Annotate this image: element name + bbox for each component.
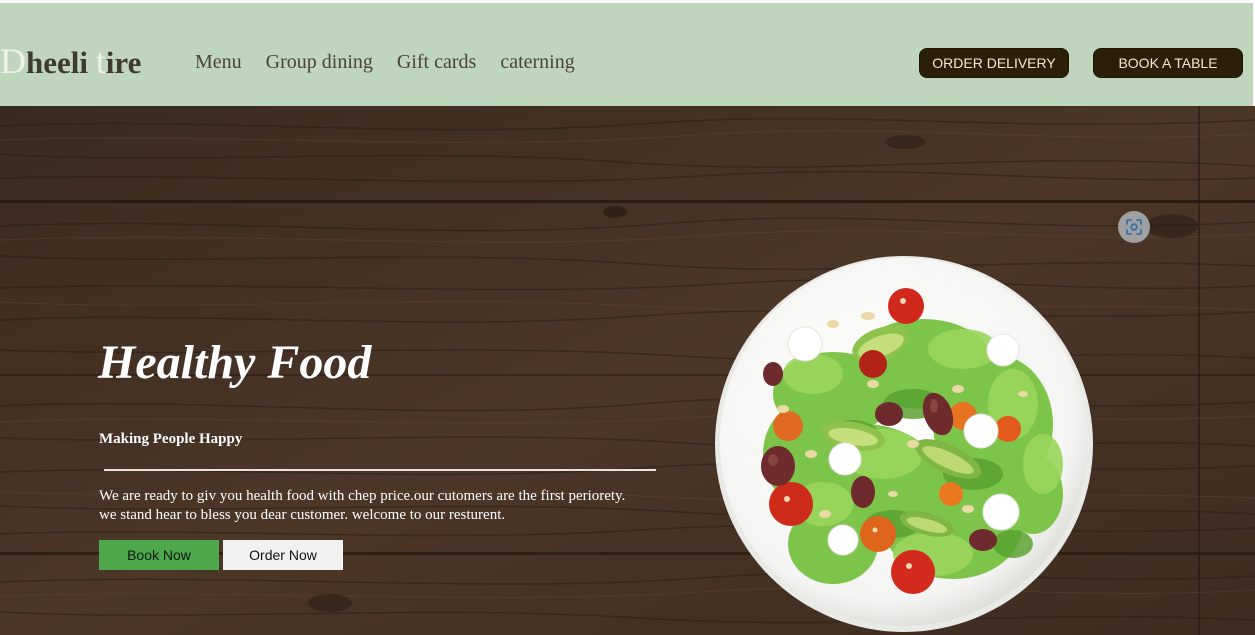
book-now-button[interactable]: Book Now <box>99 540 219 570</box>
hero-description-line-1: We are ready to giv you health food with… <box>99 488 626 504</box>
main-nav: Menu Group dining Gift cards caterning <box>195 51 575 74</box>
hero-section: Healthy Food Making People Happy We are … <box>0 106 1255 635</box>
order-delivery-button[interactable]: ORDER DELIVERY <box>919 48 1069 78</box>
brand-logo[interactable]: Dheeli tire <box>0 43 141 79</box>
site-header: Dheeli tire Menu Group dining Gift cards… <box>0 3 1253 106</box>
logo-text-part2: ire <box>105 45 142 80</box>
hero-title: Healthy Food <box>98 336 372 389</box>
scan-frame-icon <box>1126 219 1142 235</box>
nav-item-group-dining[interactable]: Group dining <box>266 51 373 74</box>
nav-item-menu[interactable]: Menu <box>195 51 242 74</box>
logo-text-part1: heeli <box>26 45 96 80</box>
hero-description: We are ready to giv you health food with… <box>99 487 625 525</box>
salad-plate-image <box>715 256 1093 632</box>
logo-initial-d: D <box>0 41 26 81</box>
order-now-button[interactable]: Order Now <box>223 540 343 570</box>
hero-description-line-2: we stand hear to bless you dear customer… <box>99 507 506 523</box>
book-table-button[interactable]: BOOK A TABLE <box>1093 48 1243 78</box>
image-search-icon[interactable] <box>1118 211 1150 243</box>
logo-initial-t: t <box>95 41 106 81</box>
nav-item-gift-cards[interactable]: Gift cards <box>397 51 476 74</box>
page: Dheeli tire Menu Group dining Gift cards… <box>0 0 1255 635</box>
hero-divider <box>104 469 656 471</box>
hero-subtitle: Making People Happy <box>99 431 243 447</box>
nav-item-catering[interactable]: caterning <box>500 51 574 74</box>
